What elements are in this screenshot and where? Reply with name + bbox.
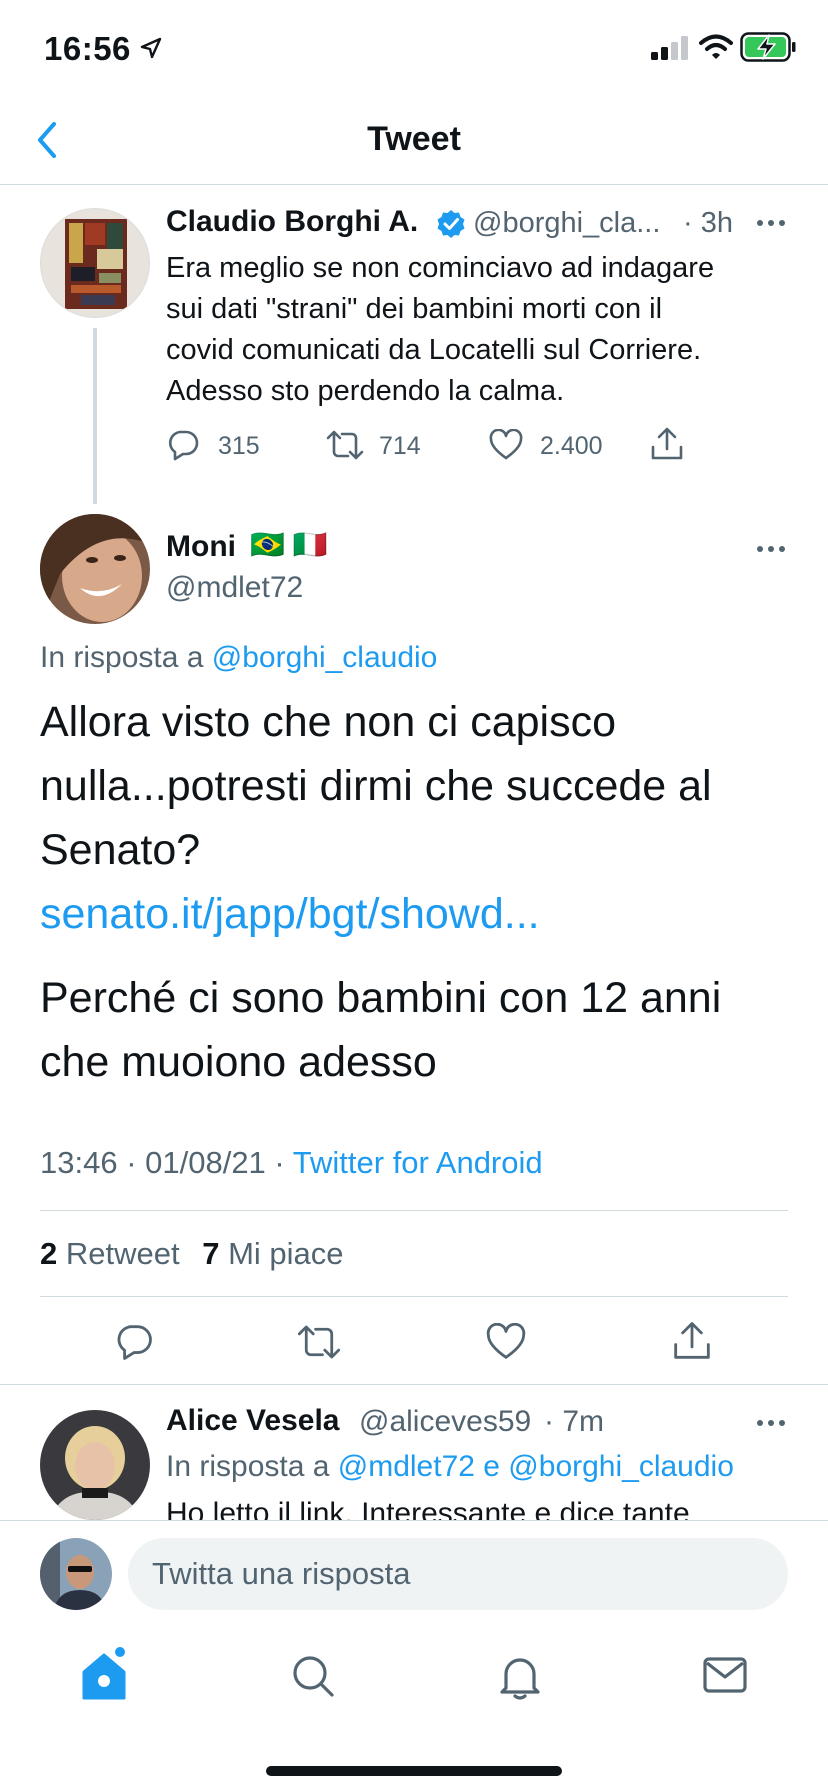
tweet-text-line: Allora visto che non ci capisco bbox=[40, 698, 617, 746]
author-handle[interactable]: @aliceves59 bbox=[359, 1405, 531, 1439]
tweet-link[interactable]: senato.it/japp/bgt/showd... bbox=[40, 882, 800, 946]
avatar-artwork-image bbox=[65, 219, 127, 309]
divider bbox=[40, 1210, 788, 1211]
more-options-icon[interactable] bbox=[756, 219, 786, 227]
tweet-time: · 3h bbox=[683, 207, 733, 239]
tweet-text-line: Adesso sto perdendo la calma. bbox=[166, 375, 565, 407]
reply-icon[interactable] bbox=[166, 428, 200, 462]
cellular-signal-icon bbox=[651, 36, 688, 60]
share-icon[interactable] bbox=[672, 1320, 712, 1362]
like-label[interactable]: Mi piace bbox=[228, 1236, 343, 1271]
reply-context: In risposta a @borghi_claudio bbox=[40, 641, 437, 675]
reply-icon[interactable] bbox=[114, 1322, 154, 1362]
tweet-time: · 7m bbox=[544, 1405, 604, 1438]
author-handle[interactable]: @mdlet72 bbox=[166, 571, 303, 605]
status-time: 16:56 bbox=[44, 30, 131, 67]
tweet-text-line: Era meglio se non cominciavo ad indagare bbox=[166, 252, 715, 284]
tweet-source-link[interactable]: Twitter for Android bbox=[293, 1145, 543, 1180]
tweet-meta: 13:46 · 01/08/21 · Twitter for Android bbox=[40, 1145, 543, 1181]
avatar-moni[interactable] bbox=[40, 514, 150, 624]
reply-prefix: In risposta a bbox=[166, 1450, 330, 1483]
location-arrow-icon bbox=[140, 37, 162, 59]
tab-home[interactable] bbox=[80, 1646, 130, 1702]
author-name[interactable]: Claudio Borghi A. bbox=[166, 205, 418, 239]
retweet-label[interactable]: Retweet bbox=[66, 1236, 180, 1271]
like-total[interactable]: 7 bbox=[202, 1236, 219, 1271]
current-user-avatar[interactable] bbox=[40, 1538, 112, 1610]
like-icon[interactable] bbox=[489, 429, 523, 461]
reply-tweet[interactable]: Alice Vesela @aliceves59 · 7m In rispost… bbox=[0, 1385, 828, 1520]
author-name[interactable]: Alice Vesela bbox=[166, 1404, 339, 1438]
reply-input-placeholder: Twitta una risposta bbox=[152, 1556, 411, 1591]
avatar-claudio-borghi[interactable] bbox=[40, 208, 150, 318]
tweet-text-partial: Ho letto il link. Interessante e dice ta… bbox=[166, 1497, 690, 1520]
tweet-text-line: sui dati "strani" dei bambini morti con … bbox=[166, 293, 663, 325]
share-icon[interactable] bbox=[650, 426, 684, 462]
reply-to-link[interactable]: @borghi_claudio bbox=[212, 641, 438, 674]
reply-to-link[interactable]: @mdlet72 e @borghi_claudio bbox=[338, 1450, 734, 1483]
avatar-photo-image bbox=[40, 1410, 150, 1520]
avatar-photo-image bbox=[40, 514, 150, 624]
author-name[interactable]: Moni bbox=[166, 530, 236, 564]
divider bbox=[40, 1296, 788, 1297]
more-options-icon[interactable] bbox=[756, 545, 786, 553]
tweet-text-2: Perché ci sono bambini con 12 anni che m… bbox=[40, 966, 800, 1094]
tab-bar bbox=[0, 1636, 828, 1736]
battery-charging-icon bbox=[740, 32, 796, 62]
avatar-photo-image bbox=[40, 1538, 112, 1610]
tweet-timestamp: 13:46 · 01/08/21 · bbox=[40, 1145, 285, 1180]
tab-messages[interactable] bbox=[703, 1657, 747, 1693]
page-title: Tweet bbox=[367, 120, 461, 158]
retweet-total[interactable]: 2 bbox=[40, 1236, 57, 1271]
like-count: 2.400 bbox=[540, 432, 603, 460]
more-options-icon[interactable] bbox=[756, 1419, 786, 1427]
composer-divider bbox=[0, 1520, 828, 1521]
reply-context: In risposta a @mdlet72 e @borghi_claudio bbox=[166, 1450, 734, 1484]
engagement-stats: 2 Retweet 7 Mi piace bbox=[40, 1236, 344, 1272]
header-divider bbox=[0, 184, 828, 185]
flag-emojis: 🇧🇷 🇮🇹 bbox=[250, 529, 328, 560]
wifi-icon bbox=[699, 34, 733, 59]
retweet-icon[interactable] bbox=[297, 1322, 341, 1362]
like-icon[interactable] bbox=[486, 1323, 526, 1361]
author-handle[interactable]: @borghi_cla... bbox=[473, 207, 660, 240]
tweet-text-line: covid comunicati da Locatelli sul Corrie… bbox=[166, 334, 702, 366]
tab-notifications[interactable] bbox=[498, 1652, 542, 1700]
retweet-count: 714 bbox=[379, 432, 421, 460]
verified-badge-icon bbox=[437, 210, 465, 238]
tweet-text-line: Senato? bbox=[40, 826, 201, 874]
reply-prefix: In risposta a bbox=[40, 641, 204, 674]
reply-count: 315 bbox=[218, 432, 260, 460]
tweet-text: Allora visto che non ci capisco nulla...… bbox=[40, 690, 800, 946]
retweet-icon[interactable] bbox=[326, 428, 364, 462]
tweet-text-line: Perché ci sono bambini con 12 anni bbox=[40, 974, 722, 1022]
tweet-text-line: che muoiono adesso bbox=[40, 1038, 437, 1086]
home-indicator bbox=[266, 1766, 562, 1776]
avatar-alice-vesela[interactable] bbox=[40, 1410, 150, 1520]
thread-line bbox=[93, 328, 97, 504]
tweet-text: Era meglio se non cominciavo ad indagare… bbox=[166, 248, 806, 412]
tab-search[interactable] bbox=[291, 1654, 335, 1698]
tweet-text-line: nulla...potresti dirmi che succede al bbox=[40, 762, 712, 810]
